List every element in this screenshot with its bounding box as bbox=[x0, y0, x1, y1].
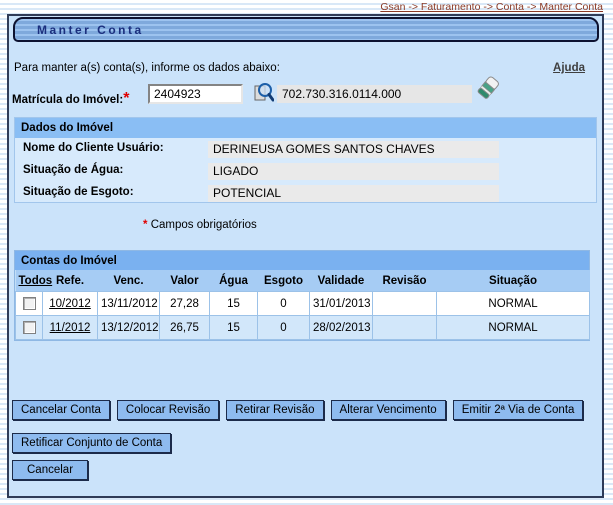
row-checkbox[interactable] bbox=[23, 321, 36, 334]
intro-text: Para manter a(s) conta(s), informe os da… bbox=[12, 62, 280, 74]
situacao-esgoto-label: Situação de Esgoto: bbox=[23, 186, 134, 198]
cancelar-row: Cancelar bbox=[12, 460, 88, 480]
colocar-revisao-button[interactable]: Colocar Revisão bbox=[117, 400, 219, 420]
col-valor: Valor bbox=[160, 270, 210, 292]
conta-refe-link[interactable]: 11/2012 bbox=[50, 322, 91, 334]
emitir-2via-button[interactable]: Emitir 2ª Via de Conta bbox=[453, 400, 584, 420]
table-row: 10/2012 13/11/2012 27,28 15 0 31/01/2013… bbox=[16, 292, 590, 316]
cancelar-conta-button[interactable]: Cancelar Conta bbox=[12, 400, 110, 420]
col-venc: Venc. bbox=[98, 270, 160, 292]
contas-imovel-section: Contas do Imóvel Todos Refe. Venc. Valor… bbox=[14, 250, 590, 341]
required-asterisk: * bbox=[123, 90, 129, 107]
retirar-revisao-button[interactable]: Retirar Revisão bbox=[226, 400, 323, 420]
retificar-conjunto-button[interactable]: Retificar Conjunto de Conta bbox=[12, 433, 171, 453]
eraser-icon[interactable] bbox=[475, 74, 501, 102]
contas-table: Todos Refe. Venc. Valor Água Esgoto Vali… bbox=[15, 270, 590, 340]
dados-row-esgoto: Situação de Esgoto: POTENCIAL bbox=[15, 185, 596, 202]
alterar-vencimento-button[interactable]: Alterar Vencimento bbox=[331, 400, 446, 420]
cancelar-button[interactable]: Cancelar bbox=[12, 460, 88, 480]
situacao-esgoto-value: POTENCIAL bbox=[208, 185, 499, 202]
inscricao-imovel-field: 702.730.316.0114.000 bbox=[277, 85, 472, 103]
col-revisao: Revisão bbox=[373, 270, 437, 292]
col-situacao: Situação bbox=[437, 270, 590, 292]
matricula-input[interactable] bbox=[148, 84, 243, 104]
dados-row-nome: Nome do Cliente Usuário: DERINEUSA GOMES… bbox=[15, 141, 596, 158]
table-row: 11/2012 13/12/2012 26,75 15 0 28/02/2013… bbox=[16, 316, 590, 340]
required-fields-note: * Campos obrigatórios bbox=[143, 219, 257, 231]
matricula-label: Matrícula do Imóvel:* bbox=[12, 90, 129, 108]
action-buttons-row: Cancelar Conta Colocar Revisão Retirar R… bbox=[12, 400, 583, 420]
row-checkbox[interactable] bbox=[23, 297, 36, 310]
nome-cliente-value: DERINEUSA GOMES SANTOS CHAVES bbox=[208, 141, 499, 158]
page-title-text: Manter Conta bbox=[37, 23, 144, 37]
contas-imovel-header: Contas do Imóvel bbox=[15, 251, 589, 270]
dados-imovel-section: Dados do Imóvel Nome do Cliente Usuário:… bbox=[14, 117, 597, 203]
dados-imovel-header: Dados do Imóvel bbox=[15, 118, 596, 138]
breadcrumb[interactable]: Gsan -> Faturamento -> Conta -> Manter C… bbox=[380, 1, 603, 13]
intro-row: Para manter a(s) conta(s), informe os da… bbox=[12, 62, 600, 74]
col-validade: Validade bbox=[310, 270, 373, 292]
situacao-agua-label: Situação de Água: bbox=[23, 164, 123, 176]
nome-cliente-label: Nome do Cliente Usuário: bbox=[23, 142, 164, 154]
col-agua: Água bbox=[210, 270, 258, 292]
help-link[interactable]: Ajuda bbox=[553, 62, 585, 74]
main-panel: Manter Conta Para manter a(s) conta(s), … bbox=[7, 14, 604, 498]
col-esgoto: Esgoto bbox=[258, 270, 310, 292]
situacao-agua-value: LIGADO bbox=[208, 163, 499, 180]
select-all-link[interactable]: Todos bbox=[19, 275, 53, 287]
page-title: Manter Conta bbox=[13, 17, 599, 42]
dados-row-agua: Situação de Água: LIGADO bbox=[15, 163, 596, 180]
search-icon[interactable] bbox=[254, 82, 274, 103]
retificar-row: Retificar Conjunto de Conta bbox=[12, 433, 171, 453]
conta-refe-link[interactable]: 10/2012 bbox=[49, 298, 91, 310]
contas-header-row: Todos Refe. Venc. Valor Água Esgoto Vali… bbox=[16, 270, 590, 292]
